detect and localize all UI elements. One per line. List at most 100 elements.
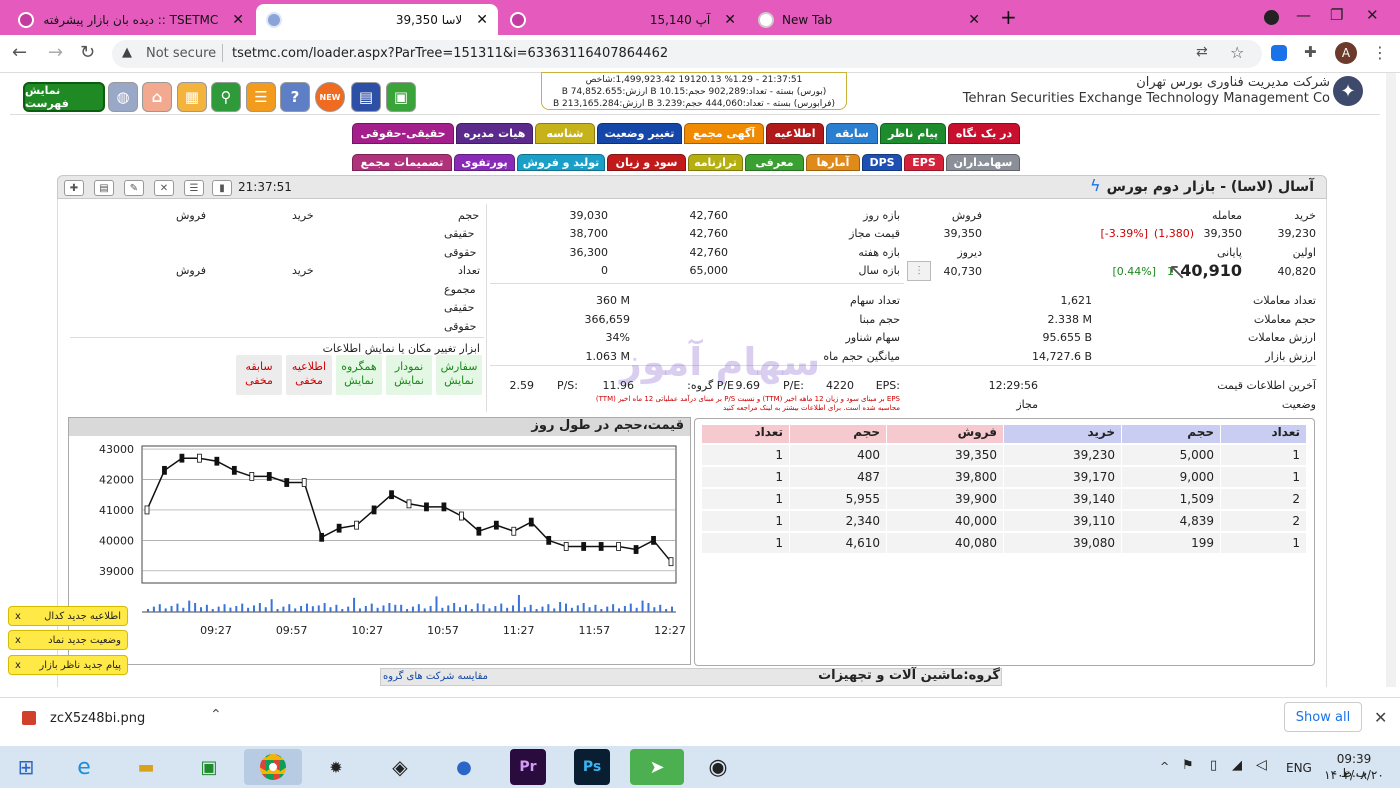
tray-battery-icon[interactable]: ▯ — [1210, 758, 1217, 773]
premiere-icon[interactable]: Pr — [510, 749, 546, 785]
notification-close-icon[interactable]: x — [15, 611, 21, 622]
reload-icon[interactable]: ↻ — [80, 42, 95, 63]
ie-icon[interactable]: e — [66, 749, 102, 785]
tab-close-icon[interactable]: ✕ — [232, 12, 244, 28]
chat-icon[interactable]: ☰ — [246, 82, 276, 112]
edit-icon[interactable]: ✎ — [124, 180, 144, 196]
notification-close-icon[interactable]: x — [15, 635, 21, 646]
tray-up-icon[interactable]: ^ — [1160, 760, 1169, 773]
list-icon[interactable]: ☰ — [184, 180, 204, 196]
menu-tab-shareholders[interactable]: سهامداران — [946, 154, 1020, 171]
notification-status[interactable]: وضعیت جدید نماد x — [8, 630, 128, 650]
warning-icon[interactable]: ▲ — [122, 45, 132, 60]
menu-tab-supervisor-message[interactable]: پیام ناظر — [880, 123, 946, 144]
menu-tab-stats[interactable]: آمارها — [806, 154, 860, 171]
tab-close-icon[interactable]: ✕ — [724, 12, 736, 28]
tray-network-icon[interactable]: ◢ — [1232, 758, 1242, 773]
file-explorer-icon[interactable]: ▬ — [128, 749, 164, 785]
bar-chart-icon[interactable]: ▮ — [212, 180, 232, 196]
send-app-icon[interactable]: ➤ — [630, 749, 684, 785]
toggle-history-button[interactable]: سابقه مخفی — [236, 355, 282, 395]
browser-tab-tsetmc-watch[interactable]: دیده بان بازار پیشرفته :: TSETMC ✕ — [8, 4, 254, 35]
menu-tab-real-legal[interactable]: حقیقی-حقوقی — [352, 123, 454, 144]
notification-codal[interactable]: اطلاعیه جدید کدال x — [8, 606, 128, 626]
tab-search-icon[interactable] — [1264, 10, 1279, 25]
toggle-announcements-button[interactable]: اطلاعیه مخفی — [286, 355, 332, 395]
add-icon[interactable]: ✚ — [64, 180, 84, 196]
back-icon[interactable]: ← — [12, 42, 27, 63]
grid-icon[interactable]: ▣ — [386, 82, 416, 112]
tab-close-icon[interactable]: ✕ — [968, 12, 980, 28]
tray-language[interactable]: ENG — [1286, 761, 1312, 775]
app-icon[interactable]: ● — [446, 749, 482, 785]
menu-tab-eps[interactable]: EPS — [904, 154, 944, 171]
menu-tab-status-change[interactable]: تغییر وضعیت — [597, 123, 682, 144]
menu-tab-intro[interactable]: معرفی — [745, 154, 804, 171]
tray-date[interactable]: ۱۴۰۲/۰۸/۲۰ — [1324, 768, 1384, 782]
menu-tab-balance-sheet[interactable]: ترازنامه — [688, 154, 743, 171]
profile-avatar[interactable]: A — [1335, 42, 1357, 64]
report-icon[interactable]: ▤ — [351, 82, 381, 112]
menu-tab-board[interactable]: هیات مدیره — [456, 123, 533, 144]
new-icon[interactable]: NEW — [315, 82, 345, 112]
tray-volume-icon[interactable]: ◁ — [1256, 757, 1267, 773]
new-tab-button[interactable]: + — [1000, 5, 1017, 29]
toggle-orders-button[interactable]: سفارش نمایش — [436, 355, 482, 395]
document-icon[interactable]: ▤ — [94, 180, 114, 196]
menu-tab-history[interactable]: سابقه — [826, 123, 878, 144]
menu-tab-production-sales[interactable]: تولید و فروش — [517, 154, 605, 171]
table-icon[interactable]: ▦ — [177, 82, 207, 112]
compare-group-link[interactable]: مقایسه شرکت های گروه — [383, 671, 488, 682]
nox-icon[interactable]: ✹ — [318, 749, 354, 785]
browser-tab-ap[interactable]: آپ 15,140 ✕ — [500, 4, 746, 35]
menu-tab-assembly-notice[interactable]: آگهی مجمع — [684, 123, 764, 144]
menu-tab-announcements[interactable]: اطلاعیه — [766, 123, 824, 144]
chrome-icon[interactable] — [244, 749, 302, 785]
lightning-icon[interactable]: ϟ — [1090, 176, 1101, 195]
browser-tab-lasa[interactable]: لاسا 39,350 ✕ — [256, 4, 498, 35]
menu-tab-profit-loss[interactable]: سود و زیان — [607, 154, 686, 171]
tab-close-icon[interactable]: ✕ — [476, 12, 488, 28]
toggle-group-button[interactable]: همگروه نمایش — [336, 355, 382, 395]
chevron-up-icon[interactable]: ⌃ — [210, 707, 222, 723]
help-icon[interactable]: ? — [280, 82, 310, 112]
maximize-icon[interactable]: ❐ — [1330, 6, 1343, 24]
intraday-chart[interactable]: 43000 42000 41000 40000 39000 09:27 09:57 10:27… — [70, 436, 688, 664]
sliders-icon[interactable]: ⫶ — [907, 261, 931, 281]
menu-tab-portfolio[interactable]: پورتفوی — [454, 154, 515, 171]
browser-tab-new[interactable]: New Tab ✕ — [748, 4, 990, 35]
menu-tab-dps[interactable]: DPS — [862, 154, 902, 171]
show-all-button[interactable]: Show all — [1284, 702, 1362, 732]
investor-legal: حقوقی — [444, 320, 477, 333]
download-filename[interactable]: zcX5z48bi.png — [50, 711, 145, 726]
chart-tool-icon[interactable]: ✕ — [154, 180, 174, 196]
unity-icon[interactable]: ◈ — [382, 749, 418, 785]
notification-close-icon[interactable]: x — [15, 660, 21, 671]
security-label[interactable]: Not secure — [146, 46, 216, 61]
minimize-icon[interactable]: — — [1296, 6, 1311, 24]
windows-start-icon[interactable]: ⊞ — [8, 749, 44, 785]
menu-tab-assembly-decisions[interactable]: تصمیمات مجمع — [352, 154, 452, 171]
puzzle-icon[interactable]: ✚ — [1304, 43, 1317, 61]
toggle-chart-button[interactable]: نمودار نمایش — [386, 355, 432, 395]
menu-tab-identity[interactable]: شناسه — [535, 123, 595, 144]
url-text[interactable]: tsetmc.com/loader.aspx?ParTree=151311&i=… — [232, 46, 668, 61]
menu-kebab-icon[interactable]: ⋮ — [1372, 43, 1388, 62]
show-list-button[interactable]: نمایش فهرست — [23, 82, 105, 112]
close-window-icon[interactable]: ✕ — [1366, 6, 1379, 24]
store-icon[interactable]: ▣ — [191, 749, 227, 785]
close-download-bar-icon[interactable]: ✕ — [1374, 708, 1387, 727]
translate-icon[interactable]: ⇄ — [1196, 44, 1208, 60]
forward-icon[interactable]: → — [48, 42, 63, 63]
globe-icon[interactable]: ◍ — [108, 82, 138, 112]
notification-supervisor[interactable]: پیام جدید ناظر بازار x — [8, 655, 128, 675]
photoshop-icon[interactable]: Ps — [574, 749, 610, 785]
page-scrollbar[interactable] — [1386, 73, 1396, 687]
menu-tab-at-a-glance[interactable]: در یک نگاه — [948, 123, 1020, 144]
home-icon[interactable]: ⌂ — [142, 82, 172, 112]
bookmark-star-icon[interactable]: ☆ — [1230, 43, 1244, 62]
obs-icon[interactable]: ◉ — [700, 749, 736, 785]
extension-icon[interactable] — [1271, 45, 1287, 61]
tray-flag-icon[interactable]: ⚑ — [1182, 758, 1194, 773]
search-icon[interactable]: ⚲ — [211, 82, 241, 112]
